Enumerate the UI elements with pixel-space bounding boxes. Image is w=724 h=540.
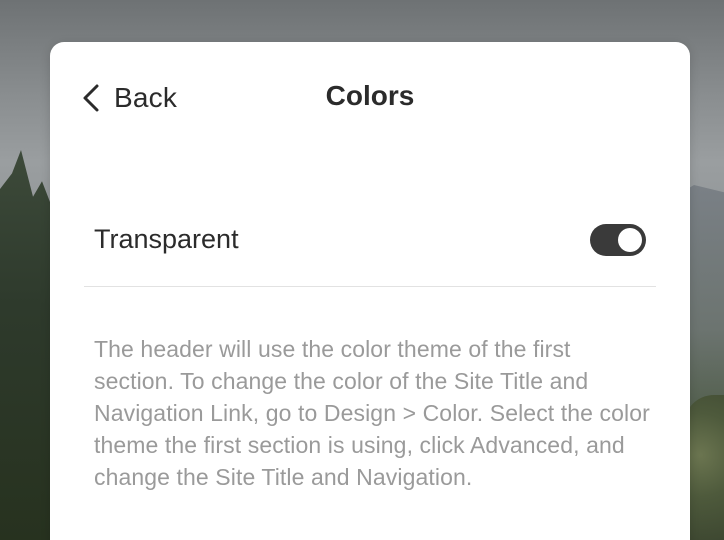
- toggle-knob: [618, 228, 642, 252]
- transparent-toggle[interactable]: [590, 224, 646, 256]
- transparent-label: Transparent: [94, 224, 239, 254]
- colors-panel: Back Colors Transparent The header will …: [50, 42, 690, 540]
- page-title: Colors: [325, 80, 415, 111]
- transparent-setting-row: Transparent: [84, 212, 656, 287]
- help-description: The header will use the color theme of t…: [94, 336, 650, 490]
- background-bush: [684, 395, 724, 540]
- panel-header: Back Colors: [50, 42, 690, 152]
